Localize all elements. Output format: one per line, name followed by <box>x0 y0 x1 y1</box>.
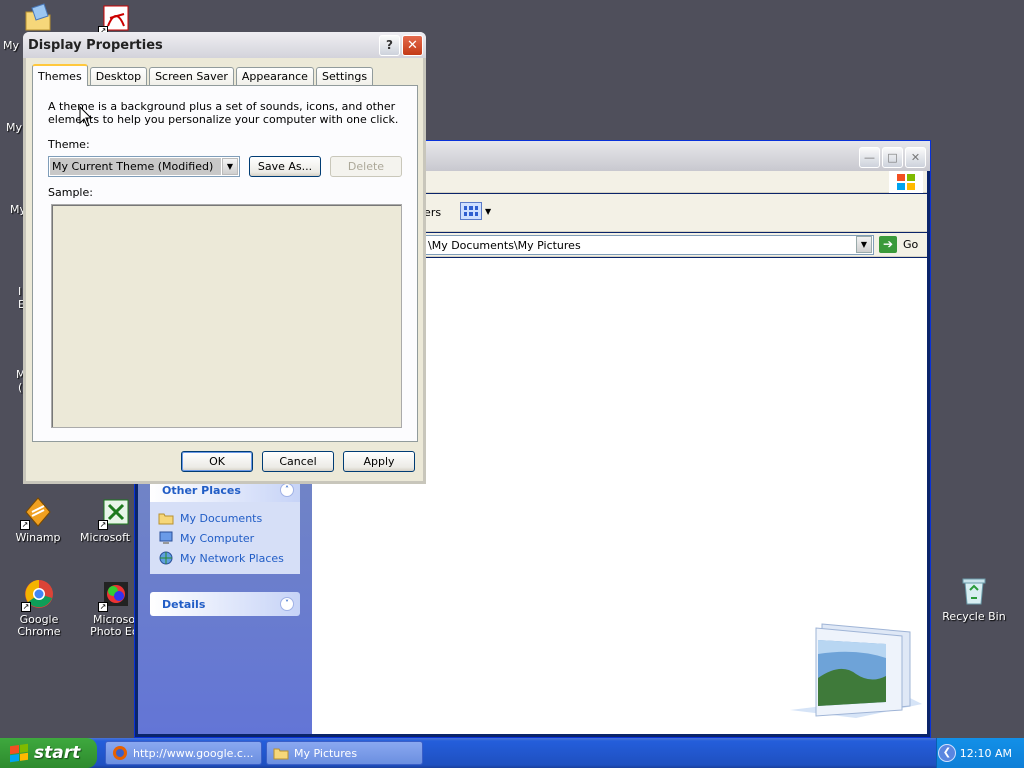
show-hidden-icons-button[interactable]: ❮ <box>938 744 956 762</box>
task-label: http://www.google.c... <box>133 746 254 760</box>
themes-tab-page: A theme is a background plus a set of so… <box>32 85 418 442</box>
acrobat-icon: ↗ <box>98 2 132 36</box>
save-as-button[interactable]: Save As... <box>249 156 321 177</box>
details-panel: Details ˅ <box>150 592 300 616</box>
desktop-partial-label: I <box>18 285 22 298</box>
panel-title: Details <box>162 597 206 611</box>
tab-appearance[interactable]: Appearance <box>235 67 314 86</box>
display-properties-dialog[interactable]: Display Properties ? ✕ Themes Desktop Sc… <box>23 32 426 484</box>
themes-description: A theme is a background plus a set of so… <box>48 100 399 126</box>
recycle-bin-icon <box>962 578 986 605</box>
place-label: My Network Places <box>180 551 284 565</box>
maximize-button[interactable]: □ <box>882 147 903 168</box>
theme-sample-preview <box>51 204 402 428</box>
taskbar-button-browser[interactable]: http://www.google.c... <box>105 741 262 765</box>
chevron-down-icon: ▼ <box>485 206 492 216</box>
theme-label: Theme: <box>48 138 90 151</box>
desktop-icon-label: Recycle Bin <box>942 610 1006 623</box>
sample-label: Sample: <box>48 186 93 199</box>
apply-button[interactable]: Apply <box>343 451 415 472</box>
minimize-button[interactable]: — <box>859 147 880 168</box>
my-pictures-illustration <box>790 623 922 718</box>
folder-icon <box>273 748 289 760</box>
address-input[interactable]: \My Documents\My Pictures <box>423 235 874 255</box>
address-dropdown-button[interactable]: ▼ <box>856 236 872 253</box>
desktop-icon-winamp[interactable]: ↗ Winamp <box>0 496 78 544</box>
excel-icon: ↗ <box>98 496 132 530</box>
cancel-button[interactable]: Cancel <box>262 451 334 472</box>
folder-icon <box>22 2 54 34</box>
computer-icon <box>159 531 173 544</box>
go-label: Go <box>903 238 919 251</box>
delete-button[interactable]: Delete <box>330 156 402 177</box>
details-header[interactable]: Details ˅ <box>150 592 300 616</box>
help-button[interactable]: ? <box>379 35 400 56</box>
winamp-icon: ↗ <box>20 496 54 530</box>
desktop-icon-recycle-bin[interactable]: Recycle Bin <box>937 574 1011 623</box>
place-my-computer[interactable]: My Computer <box>158 528 292 548</box>
desktop-icon-label: Google Chrome <box>17 613 61 638</box>
tab-desktop[interactable]: Desktop <box>89 67 148 86</box>
start-label: start <box>34 743 81 763</box>
windows-logo-icon <box>889 171 923 193</box>
shortcut-arrow-icon: ↗ <box>21 602 31 612</box>
desktop-icon-label: Winamp <box>15 531 61 544</box>
clock[interactable]: 12:10 AM <box>960 747 1012 760</box>
place-my-documents[interactable]: My Documents <box>158 508 292 528</box>
place-my-network-places[interactable]: My Network Places <box>158 548 292 568</box>
place-label: My Computer <box>180 531 255 545</box>
tab-strip: Themes Desktop Screen Saver Appearance S… <box>32 64 375 86</box>
theme-select[interactable]: My Current Theme (Modified) ▼ <box>48 156 240 177</box>
ok-button[interactable]: OK <box>181 451 253 472</box>
desktop-partial-label: My <box>6 121 23 134</box>
shortcut-arrow-icon: ↗ <box>98 520 108 530</box>
windows-flag-icon <box>10 743 28 763</box>
theme-select-value: My Current Theme (Modified) <box>50 158 221 175</box>
dialog-close-button[interactable]: ✕ <box>402 35 423 56</box>
firefox-icon <box>113 746 127 760</box>
photo-editor-icon: ↗ <box>98 578 132 612</box>
network-icon <box>159 551 173 565</box>
panel-title: Other Places <box>162 483 241 497</box>
folder-icon <box>158 513 174 525</box>
mouse-cursor-icon <box>79 106 93 127</box>
chevron-down-icon[interactable]: ▼ <box>222 158 238 175</box>
desktop-partial-label: ( <box>18 381 23 394</box>
tab-screen-saver[interactable]: Screen Saver <box>149 67 234 86</box>
expand-icon[interactable]: ˅ <box>280 597 294 611</box>
views-button[interactable]: ▼ <box>460 202 491 220</box>
shortcut-arrow-icon: ↗ <box>20 520 30 530</box>
tab-settings[interactable]: Settings <box>315 67 374 86</box>
dialog-titlebar[interactable]: Display Properties ? ✕ <box>23 32 426 58</box>
chrome-icon: ↗ <box>21 578 55 612</box>
place-label: My Documents <box>180 511 263 525</box>
views-icon <box>460 202 482 220</box>
close-button[interactable]: ✕ <box>905 147 926 168</box>
shortcut-arrow-icon: ↗ <box>98 602 108 612</box>
task-label: My Pictures <box>294 746 358 760</box>
taskbar: start http://www.google.c... My Pictures… <box>0 738 1024 768</box>
desktop-partial-label: My <box>3 39 20 52</box>
collapse-icon[interactable]: ˄ <box>280 483 294 497</box>
desktop-icon-google-chrome[interactable]: ↗ Google Chrome <box>0 578 79 638</box>
tab-themes[interactable]: Themes <box>32 64 88 86</box>
dialog-title: Display Properties <box>28 38 163 53</box>
start-button[interactable]: start <box>0 738 97 768</box>
go-button[interactable]: ➔ Go <box>879 236 918 253</box>
go-arrow-icon: ➔ <box>879 236 897 253</box>
other-places-list: My Documents My Computer My Network Plac… <box>150 502 300 574</box>
other-places-panel: Other Places ˄ My Documents My Computer … <box>150 478 300 574</box>
taskbar-button-my-pictures[interactable]: My Pictures <box>266 741 423 765</box>
